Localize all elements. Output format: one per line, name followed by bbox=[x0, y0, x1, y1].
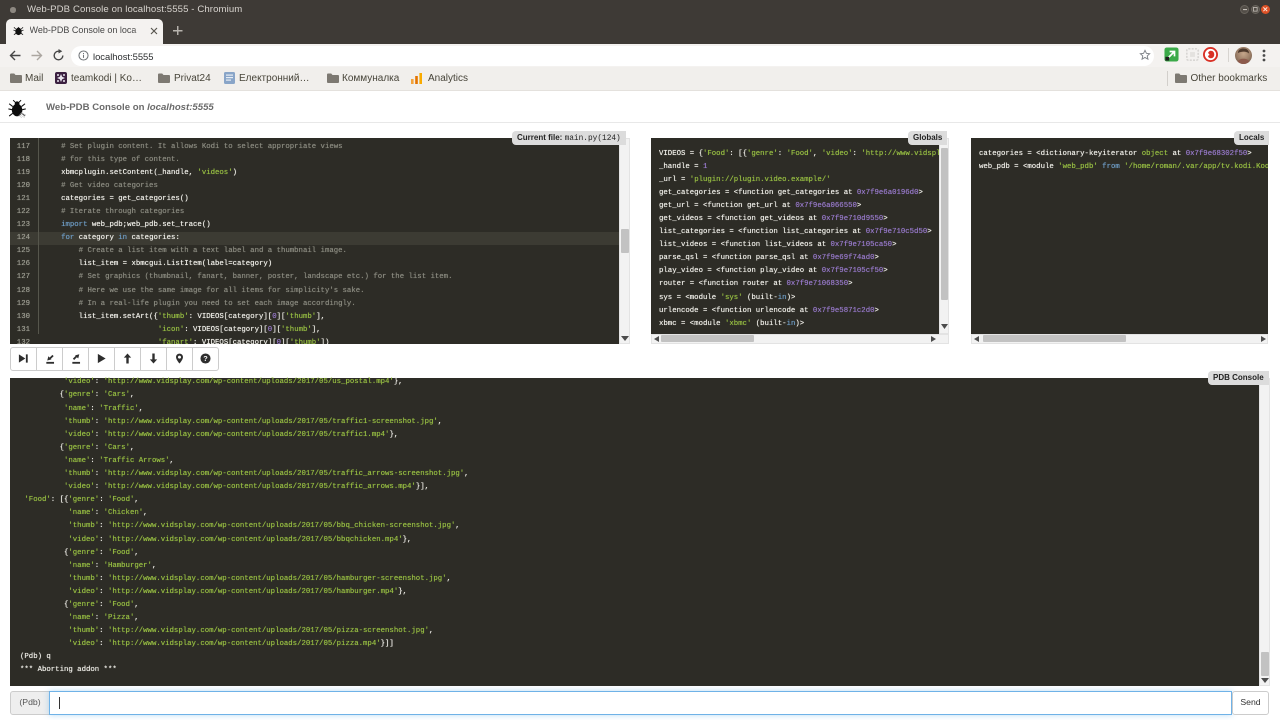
svg-text:?: ? bbox=[203, 354, 208, 363]
